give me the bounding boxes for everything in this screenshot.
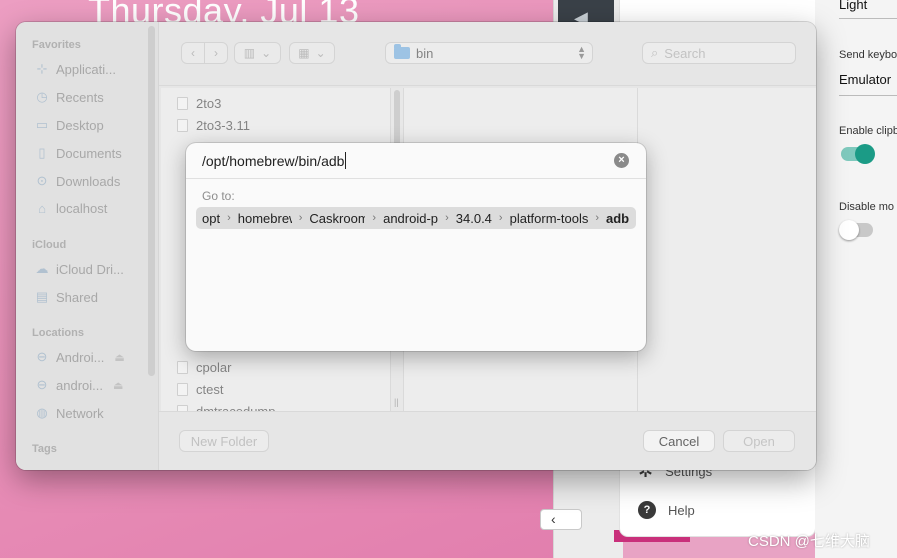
disable-toggle[interactable] xyxy=(839,220,873,240)
crumb: 34.0.4 xyxy=(455,210,492,226)
path-input[interactable]: /opt/homebrew/bin/adb × xyxy=(186,143,646,179)
crumb: platform-tools xyxy=(509,210,589,226)
send-keyboard-select[interactable]: Emulator xyxy=(839,72,891,87)
clear-icon[interactable]: × xyxy=(614,153,629,168)
settings-pane: Light Send keybo Emulator Enable clipb D… xyxy=(815,0,897,558)
chevron-right-icon: › xyxy=(298,212,303,224)
text-caret xyxy=(345,152,347,169)
crumb: opt xyxy=(202,210,221,226)
chevron-right-icon: › xyxy=(445,212,449,224)
crumb: adb xyxy=(606,210,630,226)
help-icon: ? xyxy=(638,501,656,519)
path-suggestion[interactable]: opt › homebrew › Caskroom › android-plat… xyxy=(196,207,636,229)
chevron-right-icon: › xyxy=(372,212,377,224)
crumb: Caskroom xyxy=(309,210,366,226)
crumb: android-platform-tools xyxy=(383,210,439,226)
clipboard-toggle[interactable] xyxy=(841,144,875,164)
disable-label: Disable mo xyxy=(839,201,895,213)
divider xyxy=(839,95,897,96)
chevron-right-icon: › xyxy=(595,212,600,224)
send-keyboard-label: Send keybo xyxy=(839,49,897,61)
crumb: homebrew xyxy=(237,210,292,226)
panel-item-help[interactable]: ? Help xyxy=(638,501,695,519)
watermark: CSDN @七维大脑 xyxy=(748,533,870,550)
goto-label: Go to: xyxy=(202,189,235,203)
chevron-right-icon: › xyxy=(227,212,231,224)
back-icon[interactable]: ‹ xyxy=(540,509,582,530)
clipboard-label: Enable clipb xyxy=(839,125,897,137)
go-to-folder-sheet: /opt/homebrew/bin/adb × Go to: opt › hom… xyxy=(186,143,646,351)
theme-value[interactable]: Light xyxy=(839,0,867,12)
chevron-right-icon: › xyxy=(498,212,503,224)
divider xyxy=(839,18,897,19)
